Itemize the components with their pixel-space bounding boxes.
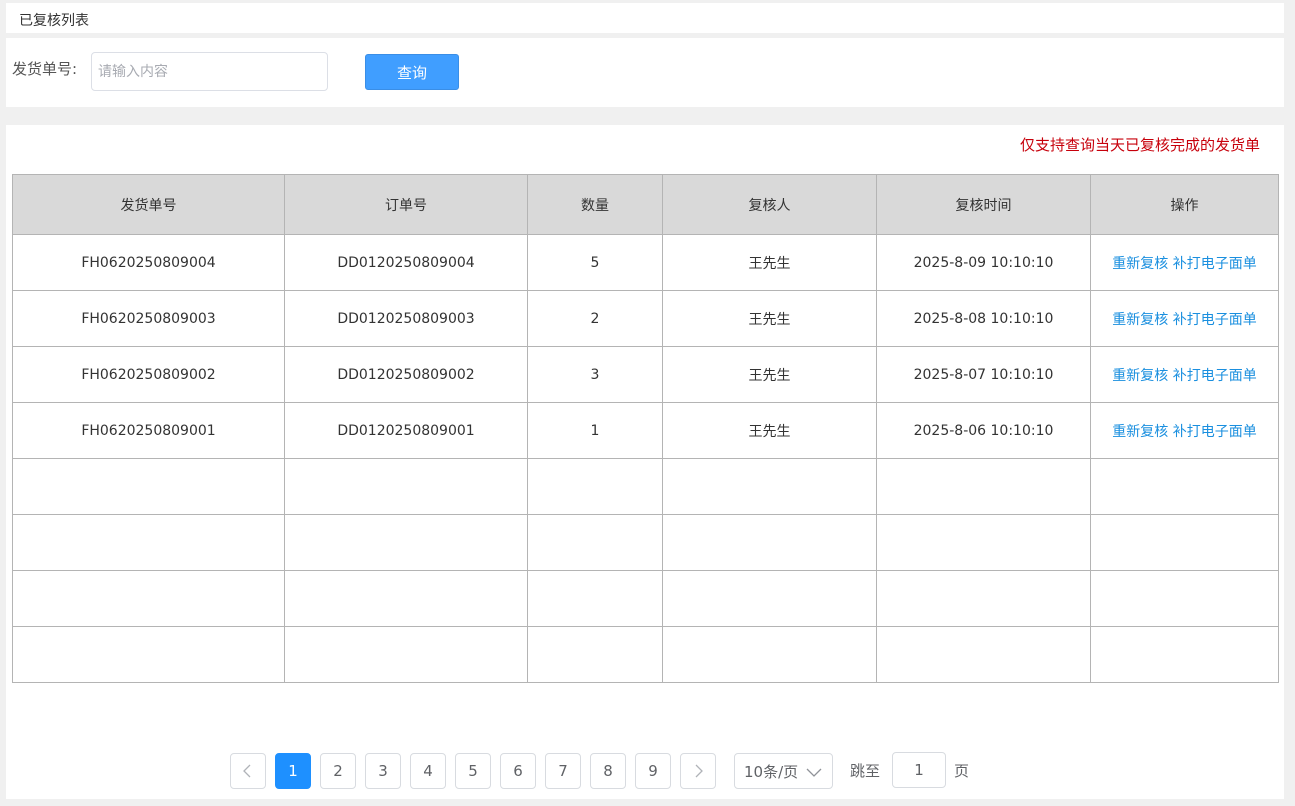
page-size-value: 10条/页 bbox=[744, 762, 799, 781]
cell-order-no: DD0120250809001 bbox=[284, 402, 528, 459]
cell-quantity: 1 bbox=[527, 402, 663, 459]
reviewed-table: 发货单号 订单号 数量 复核人 复核时间 操作 FH0620250809004 … bbox=[12, 174, 1279, 683]
cell-review-time: 2025-8-09 10:10:10 bbox=[876, 234, 1091, 291]
page-suffix-label: 页 bbox=[954, 762, 970, 780]
table-row: FH0620250809002 DD0120250809002 3 王先生 20… bbox=[12, 346, 1279, 403]
shipment-no-label: 发货单号: bbox=[12, 60, 78, 78]
main-panel: 仅支持查询当天已复核完成的发货单 发货单号 订单号 数量 复核人 复核时间 操作… bbox=[6, 125, 1284, 799]
page-button-2[interactable]: 2 bbox=[320, 753, 356, 789]
page-button-7[interactable]: 7 bbox=[545, 753, 581, 789]
recheck-link[interactable]: 重新复核 bbox=[1112, 312, 1168, 328]
reprint-waybill-link[interactable]: 补打电子面单 bbox=[1173, 368, 1257, 384]
column-header-review-time: 复核时间 bbox=[876, 174, 1091, 235]
empty-row bbox=[12, 626, 1279, 683]
cell-shipment-no: FH0620250809001 bbox=[12, 402, 285, 459]
reprint-waybill-link[interactable]: 补打电子面单 bbox=[1173, 256, 1257, 272]
chevron-right-icon bbox=[695, 764, 703, 778]
title-bar: 已复核列表 bbox=[6, 3, 1284, 33]
page-button-4[interactable]: 4 bbox=[410, 753, 446, 789]
recheck-link[interactable]: 重新复核 bbox=[1112, 256, 1168, 272]
cell-quantity: 5 bbox=[527, 234, 663, 291]
table-row: FH0620250809003 DD0120250809003 2 王先生 20… bbox=[12, 290, 1279, 347]
page-button-5[interactable]: 5 bbox=[455, 753, 491, 789]
prev-page-button[interactable] bbox=[230, 753, 266, 789]
cell-review-time: 2025-8-08 10:10:10 bbox=[876, 290, 1091, 347]
jump-to-label: 跳至 bbox=[850, 762, 881, 780]
cell-order-no: DD0120250809002 bbox=[284, 346, 528, 403]
reprint-waybill-link[interactable]: 补打电子面单 bbox=[1173, 424, 1257, 440]
cell-shipment-no: FH0620250809003 bbox=[12, 290, 285, 347]
search-panel: 发货单号: 查询 bbox=[6, 38, 1284, 107]
recheck-link[interactable]: 重新复核 bbox=[1112, 424, 1168, 440]
column-header-shipment-no: 发货单号 bbox=[12, 174, 285, 235]
table-row: FH0620250809001 DD0120250809001 1 王先生 20… bbox=[12, 402, 1279, 459]
cell-reviewer: 王先生 bbox=[662, 290, 877, 347]
cell-actions: 重新复核 补打电子面单 bbox=[1090, 290, 1279, 347]
cell-review-time: 2025-8-06 10:10:10 bbox=[876, 402, 1091, 459]
page-size-select[interactable]: 10条/页 bbox=[734, 753, 833, 789]
recheck-link[interactable]: 重新复核 bbox=[1112, 368, 1168, 384]
pagination: 1 2 3 4 5 6 7 8 9 10条/页 跳至 页 bbox=[6, 752, 1284, 790]
page-button-9[interactable]: 9 bbox=[635, 753, 671, 789]
cell-shipment-no: FH0620250809002 bbox=[12, 346, 285, 403]
cell-quantity: 3 bbox=[527, 346, 663, 403]
column-header-reviewer: 复核人 bbox=[662, 174, 877, 235]
cell-order-no: DD0120250809004 bbox=[284, 234, 528, 291]
cell-reviewer: 王先生 bbox=[662, 346, 877, 403]
jump-page-input[interactable] bbox=[892, 752, 946, 788]
column-header-quantity: 数量 bbox=[527, 174, 663, 235]
page-button-3[interactable]: 3 bbox=[365, 753, 401, 789]
column-header-actions: 操作 bbox=[1090, 174, 1279, 235]
cell-actions: 重新复核 补打电子面单 bbox=[1090, 346, 1279, 403]
table-header-row: 发货单号 订单号 数量 复核人 复核时间 操作 bbox=[12, 174, 1279, 235]
empty-row bbox=[12, 570, 1279, 627]
cell-order-no: DD0120250809003 bbox=[284, 290, 528, 347]
chevron-down-icon bbox=[806, 768, 822, 777]
page-button-8[interactable]: 8 bbox=[590, 753, 626, 789]
page-button-6[interactable]: 6 bbox=[500, 753, 536, 789]
cell-reviewer: 王先生 bbox=[662, 402, 877, 459]
cell-actions: 重新复核 补打电子面单 bbox=[1090, 402, 1279, 459]
cell-actions: 重新复核 补打电子面单 bbox=[1090, 234, 1279, 291]
column-header-order-no: 订单号 bbox=[284, 174, 528, 235]
cell-reviewer: 王先生 bbox=[662, 234, 877, 291]
cell-quantity: 2 bbox=[527, 290, 663, 347]
page-title: 已复核列表 bbox=[19, 13, 89, 29]
query-button[interactable]: 查询 bbox=[365, 54, 459, 90]
next-page-button[interactable] bbox=[680, 753, 716, 789]
empty-row bbox=[12, 514, 1279, 571]
cell-review-time: 2025-8-07 10:10:10 bbox=[876, 346, 1091, 403]
shipment-no-input[interactable] bbox=[91, 52, 328, 91]
chevron-left-icon bbox=[243, 764, 251, 778]
reprint-waybill-link[interactable]: 补打电子面单 bbox=[1173, 312, 1257, 328]
page-button-1[interactable]: 1 bbox=[275, 753, 311, 789]
cell-shipment-no: FH0620250809004 bbox=[12, 234, 285, 291]
empty-row bbox=[12, 458, 1279, 515]
notice-text: 仅支持查询当天已复核完成的发货单 bbox=[1019, 136, 1260, 154]
table-row: FH0620250809004 DD0120250809004 5 王先生 20… bbox=[12, 234, 1279, 291]
